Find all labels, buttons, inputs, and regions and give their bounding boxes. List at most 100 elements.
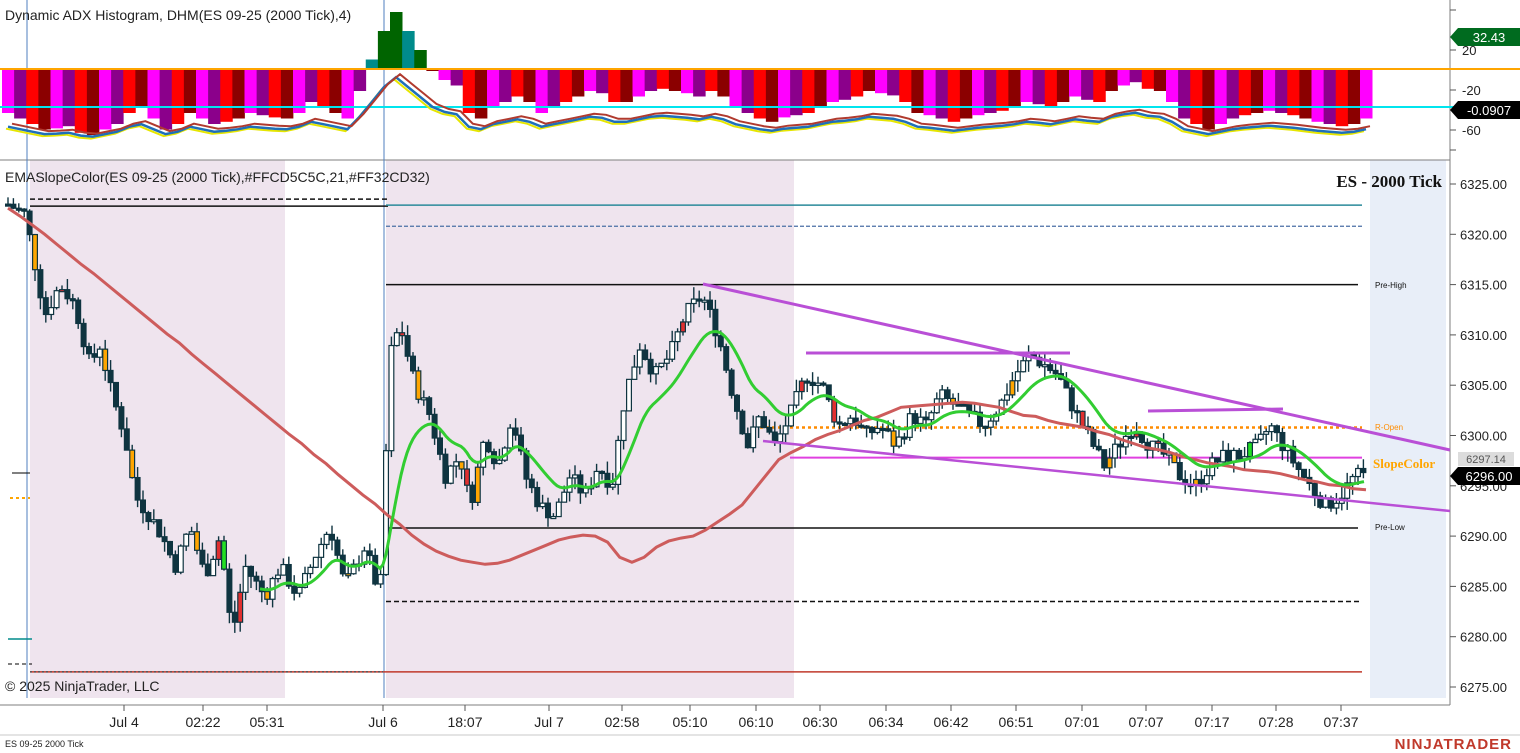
candle-body [820,382,827,386]
hist-tick-label: -20 [1462,83,1481,98]
candle-body [1198,478,1205,485]
time-tick-label: 06:30 [802,714,837,730]
candle-body [798,380,805,393]
candle-body [1279,431,1286,452]
histogram-bar [377,31,391,69]
candle-body [793,391,800,406]
candle-body [4,203,12,207]
candle-body [145,512,152,523]
candle-body [194,531,201,551]
candle-body [1101,449,1108,469]
candle-body [226,568,233,613]
histogram-bar [862,69,876,91]
candle-body [248,565,255,577]
candle-body [1106,457,1113,469]
candle-body [307,566,314,575]
svg-text:6297.14: 6297.14 [1466,454,1506,466]
histogram-bar [814,69,827,108]
candle-body [717,335,724,348]
histogram-bar [1190,69,1203,124]
candle-body [663,358,670,364]
short-resistance-line[interactable] [1147,407,1284,413]
histogram-bar [899,69,912,102]
candle-body [107,369,114,384]
candle-body [1219,449,1226,463]
histogram-bar [450,69,464,86]
candle-body [1300,468,1307,479]
candle-body [550,515,557,520]
histogram-bar [474,69,488,119]
candle-body [760,416,767,429]
candle-body [814,382,821,387]
histogram-bar [99,69,112,130]
candle-body [1246,441,1253,458]
candle-body [690,298,697,305]
candle-body [280,563,287,576]
histogram-bar [1020,69,1033,102]
chart-canvas[interactable]: 6325.00 6320.00 6315.00 6310.00 6305.00 6300.… [0,0,1520,753]
time-tick-label: Jul 7 [534,714,564,730]
candle-body [161,536,168,543]
candle-body [393,332,400,347]
candle-body [1295,462,1302,471]
candle-body [1128,435,1135,440]
time-tick-label: 06:34 [868,714,903,730]
brand-logo: NINJATRADER [1395,736,1512,753]
histogram-bar [1360,69,1373,119]
candle-body [112,381,119,408]
candle-body [275,574,282,580]
candle-body [102,348,109,372]
histogram-bar [656,69,670,89]
candle-body [442,453,449,484]
time-tick-label: 07:28 [1258,714,1293,730]
candle-body [129,449,136,479]
candle-body [750,426,757,449]
candle-body [885,428,892,432]
candle-body [571,474,578,479]
time-tick-label: Jul 4 [109,714,139,730]
histogram-bar [1141,69,1155,89]
candle-body [528,478,535,489]
candle-body [766,426,773,433]
candle-body [1360,467,1367,474]
candle-body [123,428,130,451]
candle-body [858,424,865,428]
candle-body [1074,410,1081,414]
histogram-bar [1226,69,1240,119]
candle-body [928,412,935,421]
candle-body [1311,482,1318,497]
price-tick-label: 6320.00 [1460,227,1507,242]
price-tick-label: 6285.00 [1460,579,1507,594]
histogram-bar [1166,69,1179,102]
candle-body [410,355,417,372]
candle-body [118,406,125,430]
candle-body [296,586,303,594]
candle-body [420,397,427,401]
candle-body [31,233,38,271]
histogram-bar [86,69,100,135]
histogram-bar [996,69,1009,111]
histogram-bar [1044,69,1058,108]
candle-body [1068,387,1075,412]
adx-signal-badge: -0.0907 [1450,101,1520,119]
candle-body [140,499,147,514]
time-tick-label: 02:58 [604,714,639,730]
candle-body [21,208,28,212]
histogram-bar [850,69,864,97]
histogram-bar [875,69,888,94]
histogram-bar [584,69,597,91]
histogram-bar [632,69,645,97]
histogram-bar [1214,69,1227,124]
svg-text:32.43: 32.43 [1473,30,1506,45]
candle-body [199,549,206,565]
candle-body [172,554,179,573]
candle-body [253,575,260,582]
candle-body [1133,433,1140,438]
candle-body [1263,431,1270,435]
candle-body [1257,433,1264,440]
candle-body [987,420,994,428]
candle-body [204,563,211,577]
histogram-bar [1117,69,1130,86]
candle-body [1273,425,1280,434]
candle-body [242,565,249,593]
